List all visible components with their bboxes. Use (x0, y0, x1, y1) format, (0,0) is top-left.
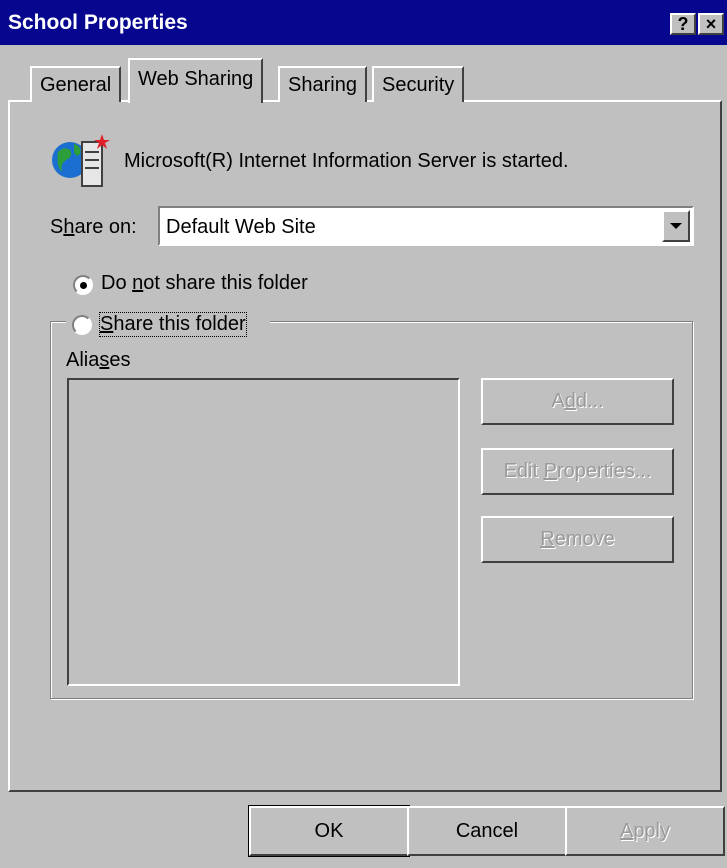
aliases-label: Aliases (66, 349, 131, 371)
tab-web-sharing[interactable]: Web Sharing (128, 58, 264, 103)
share-this-folder-label[interactable]: Share this folder (99, 312, 247, 337)
chevron-down-icon (670, 223, 682, 229)
tab-label: General (40, 74, 112, 96)
share-on-label: Share on: (50, 216, 137, 238)
title-bar: School Properties ? × (0, 0, 727, 45)
share-on-dropdown[interactable]: Default Web Site (158, 206, 694, 246)
share-on-value: Default Web Site (166, 216, 316, 238)
tab-label: Sharing (288, 74, 357, 96)
remove-button[interactable]: Remove (481, 516, 674, 563)
share-radio-wrap: Share this folder (66, 311, 270, 337)
radio-share-this-folder[interactable] (72, 315, 92, 335)
window-title: School Properties (8, 11, 188, 34)
tab-general[interactable]: General (30, 66, 122, 102)
cancel-button[interactable]: Cancel (407, 806, 567, 856)
apply-button[interactable]: Apply (565, 806, 725, 856)
radio-do-not-share[interactable] (73, 275, 93, 295)
do-not-share-label[interactable]: Do not share this folder (101, 272, 308, 295)
ok-button[interactable]: OK (248, 805, 410, 857)
tab-sharing[interactable]: Sharing (278, 66, 367, 102)
help-button[interactable]: ? (670, 13, 696, 35)
close-icon: × (705, 14, 717, 34)
tab-label: Web Sharing (138, 68, 254, 90)
aliases-list[interactable] (67, 378, 460, 686)
radio-selected-dot (80, 282, 87, 289)
add-button[interactable]: Add... (481, 378, 674, 425)
tab-security[interactable]: Security (372, 66, 465, 102)
edit-properties-button[interactable]: Edit Properties... (481, 448, 674, 495)
close-button[interactable]: × (698, 13, 724, 35)
server-status-text: Microsoft(R) Internet Information Server… (124, 150, 569, 172)
dropdown-button[interactable] (662, 210, 690, 242)
globe-server-icon (52, 134, 110, 187)
tab-label: Security (382, 74, 455, 96)
